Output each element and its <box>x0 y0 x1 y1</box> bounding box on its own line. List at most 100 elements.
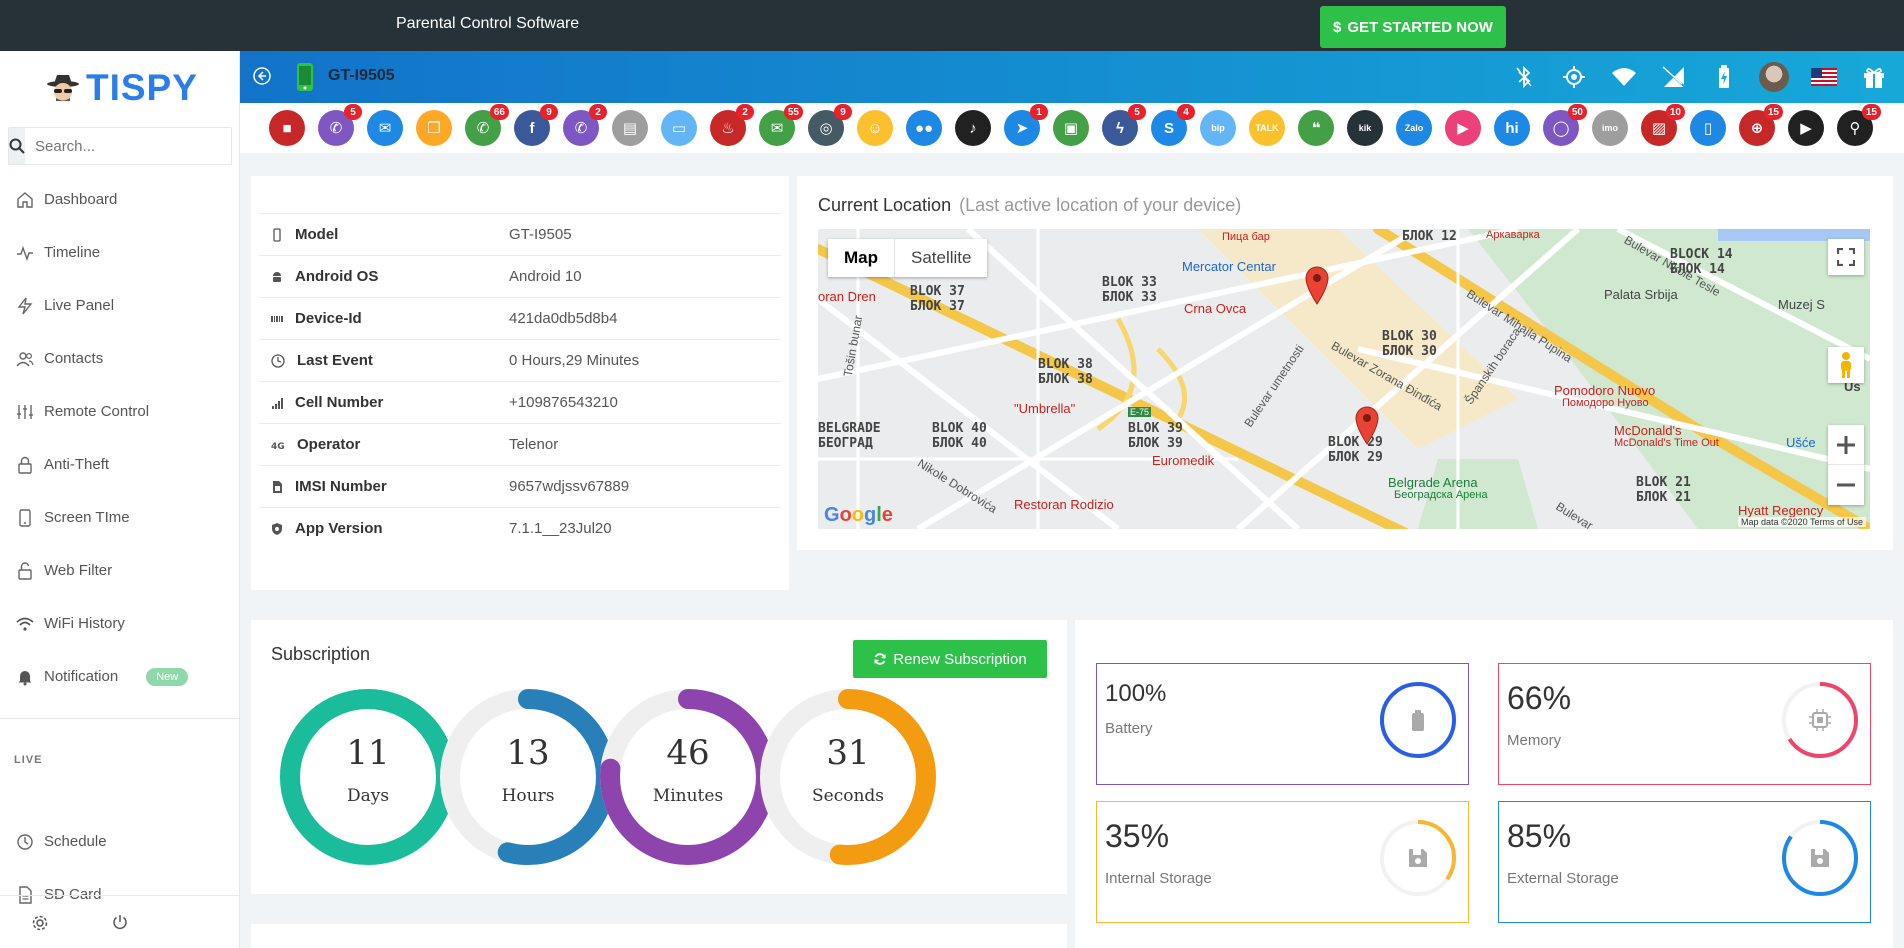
whatsapp-icon[interactable]: ✆ 66 <box>465 104 509 146</box>
gear-icon[interactable] <box>31 914 49 932</box>
map-label: BLOK 21 БЛОК 21 <box>1636 475 1691 505</box>
sidebar-item-screen-time[interactable]: Screen TIme <box>0 491 240 544</box>
gallery-icon[interactable]: ▨ 10 <box>1641 104 1685 146</box>
search-history-icon[interactable]: ⚲ 15 <box>1837 104 1881 146</box>
sidebar-item-contacts[interactable]: Contacts <box>0 332 240 385</box>
search-box[interactable] <box>8 127 234 165</box>
satellite-tab[interactable]: Satellite <box>895 239 987 277</box>
sidebar-item-notification[interactable]: Notification New <box>0 650 240 703</box>
notification-count-badge: 2 <box>589 104 607 120</box>
app-glyph: S <box>1163 119 1174 137</box>
map-poi: Restoran Rodizio <box>1014 497 1114 512</box>
phone-icon[interactable]: ✆ 5 <box>318 104 362 146</box>
back-arrow-icon[interactable] <box>252 66 272 86</box>
signal-bars-icon <box>272 397 283 409</box>
app-glyph: ●● <box>914 119 934 137</box>
map-view[interactable]: Map Satellite BLOK 37 БЛОК 37 BLOK 33 БЛ… <box>818 229 1870 529</box>
signal-icon[interactable]: ◯ 50 <box>1543 104 1587 146</box>
renew-subscription-button[interactable]: Renew Subscription <box>853 640 1047 678</box>
info-value: Android 10 <box>509 268 582 285</box>
sidebar-item-remote-control[interactable]: Remote Control <box>0 385 240 438</box>
brand-logo[interactable]: TISPY <box>46 67 198 109</box>
info-label: Operator <box>297 436 361 453</box>
home-icon <box>17 191 33 208</box>
mobile-icon[interactable]: ▯ <box>1690 110 1726 146</box>
notification-count-badge: 55 <box>783 104 803 120</box>
bip-icon[interactable]: bip <box>1200 110 1236 146</box>
battery-status-icon[interactable] <box>1708 61 1740 93</box>
facebook-icon[interactable]: f9 <box>514 104 558 146</box>
messenger-icon[interactable]: ϟ5 <box>1102 104 1146 146</box>
info-label: Android OS <box>295 268 379 285</box>
location-marker-icon[interactable] <box>1354 405 1380 445</box>
app-glyph: ➤ <box>1015 120 1029 137</box>
new-badge: New <box>146 667 189 686</box>
terms-link[interactable]: Terms of Use <box>1810 517 1863 527</box>
wechat-icon[interactable]: ✉ 55 <box>759 104 803 146</box>
viber-icon[interactable]: ✆ 2 <box>563 104 607 146</box>
sidebar-item-dashboard[interactable]: Dashboard <box>0 173 240 226</box>
browser-icon[interactable]: ⊕ 15 <box>1739 104 1783 146</box>
flickr-icon[interactable]: ●● <box>906 110 942 146</box>
map-poi: Аркаварка <box>1486 229 1540 241</box>
zoom-in-icon[interactable] <box>1828 425 1864 465</box>
skype-icon[interactable]: S4 <box>1151 104 1195 146</box>
sidebar-item-live-panel[interactable]: Live Panel <box>0 279 240 332</box>
avatar[interactable] <box>1758 61 1790 93</box>
power-icon[interactable] <box>112 914 128 930</box>
gps-icon[interactable] <box>1558 61 1590 93</box>
hike-icon[interactable]: hi <box>1494 110 1530 146</box>
line-icon[interactable]: ▣ <box>1053 110 1089 146</box>
refresh-icon <box>874 653 886 665</box>
map-poi: "Umbrella" <box>1014 401 1076 416</box>
zoom-out-icon[interactable] <box>1828 465 1864 505</box>
fullscreen-icon[interactable] <box>1828 239 1864 275</box>
map-type-tabs: Map Satellite <box>828 239 988 277</box>
stat-gauge <box>1380 820 1456 896</box>
telegram-icon[interactable]: ➤ 1 <box>1004 104 1048 146</box>
stat-value: 100% <box>1105 680 1167 707</box>
notes-icon[interactable]: ▤ <box>612 110 648 146</box>
zoom-video-icon[interactable]: ■ <box>269 110 305 146</box>
map-tab[interactable]: Map <box>828 239 895 277</box>
map-label: BLOK 38 БЛОК 38 <box>1038 357 1093 387</box>
us-flag-icon[interactable] <box>1808 61 1840 93</box>
stat-memory: 66% Memory <box>1498 663 1871 785</box>
search-input[interactable] <box>25 128 234 164</box>
hangouts-icon[interactable]: ❝ <box>1298 110 1334 146</box>
kakaotalk-icon[interactable]: TALK <box>1249 110 1285 146</box>
app-glyph: ⚲ <box>1849 120 1861 137</box>
youtube-icon[interactable]: ▶ <box>1788 110 1824 146</box>
sidebar-item-anti-theft[interactable]: Anti-Theft <box>0 438 240 491</box>
info-label: IMSI Number <box>295 478 387 495</box>
sidebar-item-timeline[interactable]: Timeline <box>0 226 240 279</box>
promo-bar: Parental Control Software $ GET STARTED … <box>0 0 1904 51</box>
map-poi: McDonald's <box>1614 423 1682 438</box>
get-started-button[interactable]: $ GET STARTED NOW <box>1320 6 1506 48</box>
sidebar-item-wifi-history[interactable]: WiFi History <box>0 597 240 650</box>
imo-icon[interactable]: imo <box>1592 110 1628 146</box>
email-icon[interactable]: ✉ <box>367 110 403 146</box>
wifi-status-icon[interactable] <box>1608 61 1640 93</box>
gift-icon[interactable] <box>1858 61 1890 93</box>
ring-value: 46 <box>666 733 710 773</box>
instagram-icon[interactable]: ◎ 9 <box>808 104 852 146</box>
stat-battery: 100% Battery <box>1096 663 1469 785</box>
tinder-icon[interactable]: ♨ 2 <box>710 104 754 146</box>
sidebar-item-schedule[interactable]: Schedule <box>0 815 240 868</box>
location-marker-icon[interactable] <box>1304 265 1330 305</box>
screen-icon[interactable]: ▭ <box>661 110 697 146</box>
clipboard-icon[interactable]: ❐ <box>416 110 452 146</box>
kik-icon[interactable]: kik <box>1347 110 1383 146</box>
no-signal-icon[interactable] <box>1658 61 1690 93</box>
tiktok-icon[interactable]: ♪ <box>955 110 991 146</box>
pegman-icon[interactable] <box>1828 347 1864 383</box>
sidebar-item-web-filter[interactable]: Web Filter <box>0 544 240 597</box>
zalo-icon[interactable]: Zalo <box>1396 110 1432 146</box>
bluetooth-icon[interactable] <box>1508 61 1540 93</box>
status-icons <box>1508 61 1904 93</box>
info-row-model: Model GT-I9505 <box>259 213 781 255</box>
video-chat-icon[interactable]: ▶ <box>1445 110 1481 146</box>
android-icon <box>273 271 281 282</box>
snapchat-icon[interactable]: ☺ <box>857 110 893 146</box>
